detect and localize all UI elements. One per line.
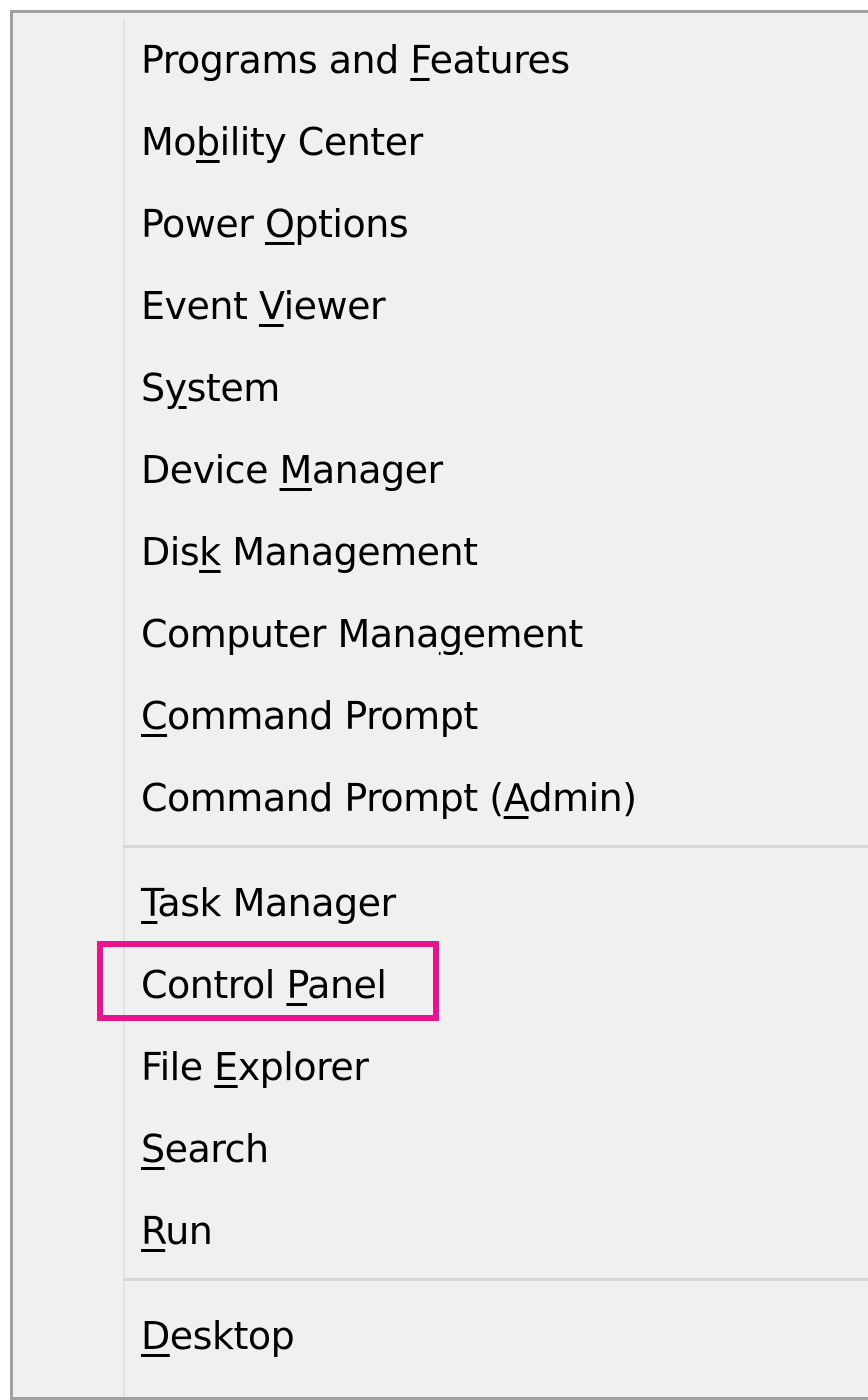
menu-item-label: Programs and — [141, 38, 411, 82]
menu-item-label: Control — [141, 963, 287, 1007]
menu-item-label: Computer Mana — [141, 612, 439, 656]
menu-item-device-manager[interactable]: Device Manager — [141, 435, 443, 505]
menu-item-label: Event — [141, 284, 259, 328]
menu-item-accelerator: E — [214, 1045, 238, 1089]
menu-item-label: anel — [307, 963, 387, 1007]
menu-item-label: anager — [311, 448, 443, 492]
menu-item-label: Management — [220, 530, 478, 574]
menu-item-accelerator: T — [141, 881, 158, 925]
menu-item-accelerator: C — [141, 694, 168, 738]
menu-separator — [123, 1278, 868, 1281]
menu-item-accelerator: b — [196, 120, 220, 164]
menu-item-accelerator: D — [141, 1314, 170, 1358]
menu-item-accelerator: A — [503, 776, 529, 820]
menu-item-label: ptions — [294, 202, 409, 246]
menu-item-command-prompt[interactable]: Command Prompt — [141, 681, 478, 751]
menu-gutter — [123, 19, 125, 1397]
menu-item-label: Dis — [141, 530, 200, 574]
menu-item-label: ommand Prompt — [167, 694, 478, 738]
menu-item-accelerator: P — [286, 963, 308, 1007]
menu-item-label: Device — [141, 448, 280, 492]
menu-item-accelerator: y — [164, 366, 188, 410]
menu-item-label: File — [141, 1045, 215, 1089]
menu-item-run[interactable]: Run — [141, 1196, 213, 1266]
menu-item-label: S — [141, 366, 165, 410]
menu-item-label: eatures — [429, 38, 571, 82]
menu-item-label: Mo — [141, 120, 197, 164]
menu-item-label: ement — [462, 612, 584, 656]
menu-item-accelerator: k — [199, 530, 221, 574]
menu-item-label: Power — [141, 202, 265, 246]
menu-item-event-viewer[interactable]: Event Viewer — [141, 271, 386, 341]
menu-item-label: esktop — [169, 1314, 295, 1358]
menu-item-accelerator: M — [279, 448, 313, 492]
menu-item-power-options[interactable]: Power Options — [141, 189, 409, 259]
menu-item-programs-and-features[interactable]: Programs and Features — [141, 25, 570, 95]
menu-item-label: dmin) — [528, 776, 637, 820]
menu-item-accelerator: R — [141, 1209, 166, 1253]
menu-item-desktop[interactable]: Desktop — [141, 1301, 295, 1371]
menu-item-label: ask Manager — [157, 881, 396, 925]
menu-item-computer-management[interactable]: Computer Management — [141, 599, 583, 669]
menu-item-label: xplorer — [237, 1045, 369, 1089]
menu-item-control-panel[interactable]: Control Panel — [141, 950, 387, 1020]
menu-item-label: ility Center — [219, 120, 424, 164]
menu-item-search[interactable]: Search — [141, 1114, 269, 1184]
menu-item-accelerator: g — [438, 612, 463, 656]
menu-item-disk-management[interactable]: Disk Management — [141, 517, 478, 587]
menu-item-system[interactable]: System — [141, 353, 280, 423]
menu-item-task-manager[interactable]: Task Manager — [141, 868, 396, 938]
menu-item-mobility-center[interactable]: Mobility Center — [141, 107, 423, 177]
menu-item-label: earch — [164, 1127, 269, 1171]
menu-item-label: stem — [186, 366, 281, 410]
menu-item-command-prompt-admin[interactable]: Command Prompt (Admin) — [141, 763, 637, 833]
menu-item-accelerator: V — [258, 284, 284, 328]
menu-item-file-explorer[interactable]: File Explorer — [141, 1032, 369, 1102]
menu-item-label: iewer — [283, 284, 386, 328]
menu-item-label: un — [165, 1209, 213, 1253]
menu-item-accelerator: S — [141, 1127, 165, 1171]
menu-separator — [123, 845, 868, 848]
menu-item-accelerator: O — [264, 202, 295, 246]
context-menu: Programs and Features Mobility Center Po… — [10, 10, 868, 1400]
menu-item-accelerator: F — [410, 38, 430, 82]
menu-item-label: Command Prompt ( — [141, 776, 504, 820]
